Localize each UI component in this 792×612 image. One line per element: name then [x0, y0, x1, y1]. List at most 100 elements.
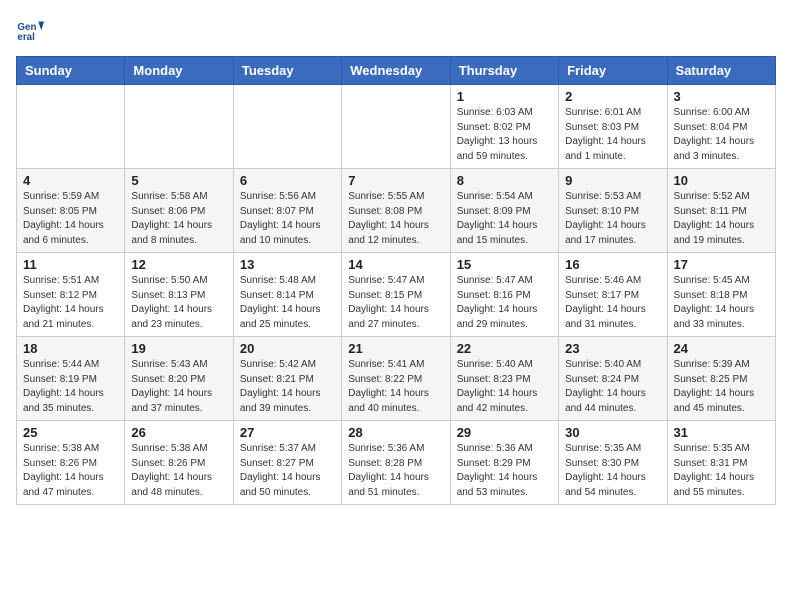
day-number: 22: [457, 341, 552, 356]
calendar-day-cell: 28 Sunrise: 5:36 AM Sunset: 8:28 PM Dayli…: [342, 421, 450, 505]
day-number: 30: [565, 425, 660, 440]
calendar-day-cell: 24 Sunrise: 5:39 AM Sunset: 8:25 PM Dayli…: [667, 337, 775, 421]
day-number: 16: [565, 257, 660, 272]
day-info: Sunrise: 5:36 AM Sunset: 8:28 PM Dayligh…: [348, 442, 443, 500]
day-info: Sunrise: 5:37 AM Sunset: 8:27 PM Dayligh…: [240, 442, 335, 500]
day-info: Sunrise: 5:56 AM Sunset: 8:07 PM Dayligh…: [240, 190, 335, 248]
calendar-header-cell: Thursday: [450, 57, 558, 85]
calendar-header-cell: Monday: [125, 57, 233, 85]
day-number: 24: [674, 341, 769, 356]
calendar-header-cell: Sunday: [17, 57, 125, 85]
calendar-table: SundayMondayTuesdayWednesdayThursdayFrid…: [16, 56, 776, 505]
day-number: 23: [565, 341, 660, 356]
calendar-header-cell: Friday: [559, 57, 667, 85]
day-number: 18: [23, 341, 118, 356]
day-number: 5: [131, 173, 226, 188]
day-info: Sunrise: 5:53 AM Sunset: 8:10 PM Dayligh…: [565, 190, 660, 248]
day-info: Sunrise: 5:40 AM Sunset: 8:24 PM Dayligh…: [565, 358, 660, 416]
day-info: Sunrise: 5:45 AM Sunset: 8:18 PM Dayligh…: [674, 274, 769, 332]
day-info: Sunrise: 5:35 AM Sunset: 8:31 PM Dayligh…: [674, 442, 769, 500]
day-number: 4: [23, 173, 118, 188]
day-number: 13: [240, 257, 335, 272]
calendar-day-cell: 5 Sunrise: 5:58 AM Sunset: 8:06 PM Daylig…: [125, 169, 233, 253]
day-info: Sunrise: 5:46 AM Sunset: 8:17 PM Dayligh…: [565, 274, 660, 332]
calendar-day-cell: 8Sunrise: 5:54 AM Sunset: 8:09 PM Daylig…: [450, 169, 558, 253]
calendar-day-cell: 18 Sunrise: 5:44 AM Sunset: 8:19 PM Dayli…: [17, 337, 125, 421]
calendar-header-cell: Wednesday: [342, 57, 450, 85]
calendar-day-cell: 23 Sunrise: 5:40 AM Sunset: 8:24 PM Dayli…: [559, 337, 667, 421]
calendar-day-cell: 31 Sunrise: 5:35 AM Sunset: 8:31 PM Dayli…: [667, 421, 775, 505]
calendar-day-cell: 19 Sunrise: 5:43 AM Sunset: 8:20 PM Dayli…: [125, 337, 233, 421]
day-number: 20: [240, 341, 335, 356]
calendar-day-cell: 21 Sunrise: 5:41 AM Sunset: 8:22 PM Dayli…: [342, 337, 450, 421]
day-info: Sunrise: 5:35 AM Sunset: 8:30 PM Dayligh…: [565, 442, 660, 500]
day-info: Sunrise: 5:51 AM Sunset: 8:12 PM Dayligh…: [23, 274, 118, 332]
calendar-day-cell: 6 Sunrise: 5:56 AM Sunset: 8:07 PM Daylig…: [233, 169, 341, 253]
day-info: Sunrise: 5:47 AM Sunset: 8:16 PM Dayligh…: [457, 274, 552, 332]
calendar-week-row: 25Sunrise: 5:38 AM Sunset: 8:26 PM Dayli…: [17, 421, 776, 505]
day-number: 21: [348, 341, 443, 356]
calendar-day-cell: 29Sunrise: 5:36 AM Sunset: 8:29 PM Dayli…: [450, 421, 558, 505]
svg-text:eral: eral: [17, 32, 35, 43]
day-info: Sunrise: 5:50 AM Sunset: 8:13 PM Dayligh…: [131, 274, 226, 332]
calendar-day-cell: 9 Sunrise: 5:53 AM Sunset: 8:10 PM Daylig…: [559, 169, 667, 253]
calendar-day-cell: 15 Sunrise: 5:47 AM Sunset: 8:16 PM Dayli…: [450, 253, 558, 337]
logo-icon: Gen eral: [16, 16, 44, 44]
day-info: Sunrise: 5:48 AM Sunset: 8:14 PM Dayligh…: [240, 274, 335, 332]
day-info: Sunrise: 6:00 AM Sunset: 8:04 PM Dayligh…: [674, 106, 769, 164]
calendar-week-row: 4Sunrise: 5:59 AM Sunset: 8:05 PM Daylig…: [17, 169, 776, 253]
calendar-header-row: SundayMondayTuesdayWednesdayThursdayFrid…: [17, 57, 776, 85]
calendar-day-cell: 14Sunrise: 5:47 AM Sunset: 8:15 PM Dayli…: [342, 253, 450, 337]
calendar-day-cell: 16 Sunrise: 5:46 AM Sunset: 8:17 PM Dayli…: [559, 253, 667, 337]
calendar-week-row: 11 Sunrise: 5:51 AM Sunset: 8:12 PM Dayli…: [17, 253, 776, 337]
day-info: Sunrise: 5:42 AM Sunset: 8:21 PM Dayligh…: [240, 358, 335, 416]
day-number: 12: [131, 257, 226, 272]
calendar-day-cell: 11 Sunrise: 5:51 AM Sunset: 8:12 PM Dayli…: [17, 253, 125, 337]
calendar-header-cell: Saturday: [667, 57, 775, 85]
day-info: Sunrise: 5:47 AM Sunset: 8:15 PM Dayligh…: [348, 274, 443, 332]
calendar-week-row: 1Sunrise: 6:03 AM Sunset: 8:02 PM Daylig…: [17, 85, 776, 169]
day-number: 3: [674, 89, 769, 104]
calendar-day-cell: [233, 85, 341, 169]
day-info: Sunrise: 5:40 AM Sunset: 8:23 PM Dayligh…: [457, 358, 552, 416]
day-number: 19: [131, 341, 226, 356]
day-number: 26: [131, 425, 226, 440]
calendar-day-cell: 25Sunrise: 5:38 AM Sunset: 8:26 PM Dayli…: [17, 421, 125, 505]
day-number: 10: [674, 173, 769, 188]
day-info: Sunrise: 5:43 AM Sunset: 8:20 PM Dayligh…: [131, 358, 226, 416]
day-info: Sunrise: 5:44 AM Sunset: 8:19 PM Dayligh…: [23, 358, 118, 416]
calendar-day-cell: 7Sunrise: 5:55 AM Sunset: 8:08 PM Daylig…: [342, 169, 450, 253]
calendar-day-cell: 27 Sunrise: 5:37 AM Sunset: 8:27 PM Dayli…: [233, 421, 341, 505]
calendar-day-cell: 2Sunrise: 6:01 AM Sunset: 8:03 PM Daylig…: [559, 85, 667, 169]
day-info: Sunrise: 5:36 AM Sunset: 8:29 PM Dayligh…: [457, 442, 552, 500]
calendar-day-cell: 20 Sunrise: 5:42 AM Sunset: 8:21 PM Dayli…: [233, 337, 341, 421]
calendar-day-cell: 26Sunrise: 5:38 AM Sunset: 8:26 PM Dayli…: [125, 421, 233, 505]
calendar-day-cell: 1Sunrise: 6:03 AM Sunset: 8:02 PM Daylig…: [450, 85, 558, 169]
day-number: 6: [240, 173, 335, 188]
calendar-header-cell: Tuesday: [233, 57, 341, 85]
calendar-day-cell: 12 Sunrise: 5:50 AM Sunset: 8:13 PM Dayli…: [125, 253, 233, 337]
calendar-day-cell: [125, 85, 233, 169]
day-info: Sunrise: 5:58 AM Sunset: 8:06 PM Dayligh…: [131, 190, 226, 248]
calendar-day-cell: 17Sunrise: 5:45 AM Sunset: 8:18 PM Dayli…: [667, 253, 775, 337]
calendar-day-cell: 13 Sunrise: 5:48 AM Sunset: 8:14 PM Dayli…: [233, 253, 341, 337]
day-info: Sunrise: 5:41 AM Sunset: 8:22 PM Dayligh…: [348, 358, 443, 416]
calendar-day-cell: 22 Sunrise: 5:40 AM Sunset: 8:23 PM Dayli…: [450, 337, 558, 421]
day-number: 31: [674, 425, 769, 440]
day-number: 27: [240, 425, 335, 440]
calendar-day-cell: 30 Sunrise: 5:35 AM Sunset: 8:30 PM Dayli…: [559, 421, 667, 505]
header: Gen eral: [16, 16, 776, 44]
day-info: Sunrise: 5:39 AM Sunset: 8:25 PM Dayligh…: [674, 358, 769, 416]
calendar-day-cell: 3 Sunrise: 6:00 AM Sunset: 8:04 PM Daylig…: [667, 85, 775, 169]
calendar-week-row: 18 Sunrise: 5:44 AM Sunset: 8:19 PM Dayli…: [17, 337, 776, 421]
day-number: 11: [23, 257, 118, 272]
day-info: Sunrise: 6:03 AM Sunset: 8:02 PM Dayligh…: [457, 106, 552, 164]
calendar-day-cell: 4Sunrise: 5:59 AM Sunset: 8:05 PM Daylig…: [17, 169, 125, 253]
calendar-day-cell: [17, 85, 125, 169]
day-number: 9: [565, 173, 660, 188]
day-info: Sunrise: 5:55 AM Sunset: 8:08 PM Dayligh…: [348, 190, 443, 248]
day-info: Sunrise: 5:38 AM Sunset: 8:26 PM Dayligh…: [23, 442, 118, 500]
calendar-body: 1Sunrise: 6:03 AM Sunset: 8:02 PM Daylig…: [17, 85, 776, 505]
day-number: 15: [457, 257, 552, 272]
day-number: 28: [348, 425, 443, 440]
